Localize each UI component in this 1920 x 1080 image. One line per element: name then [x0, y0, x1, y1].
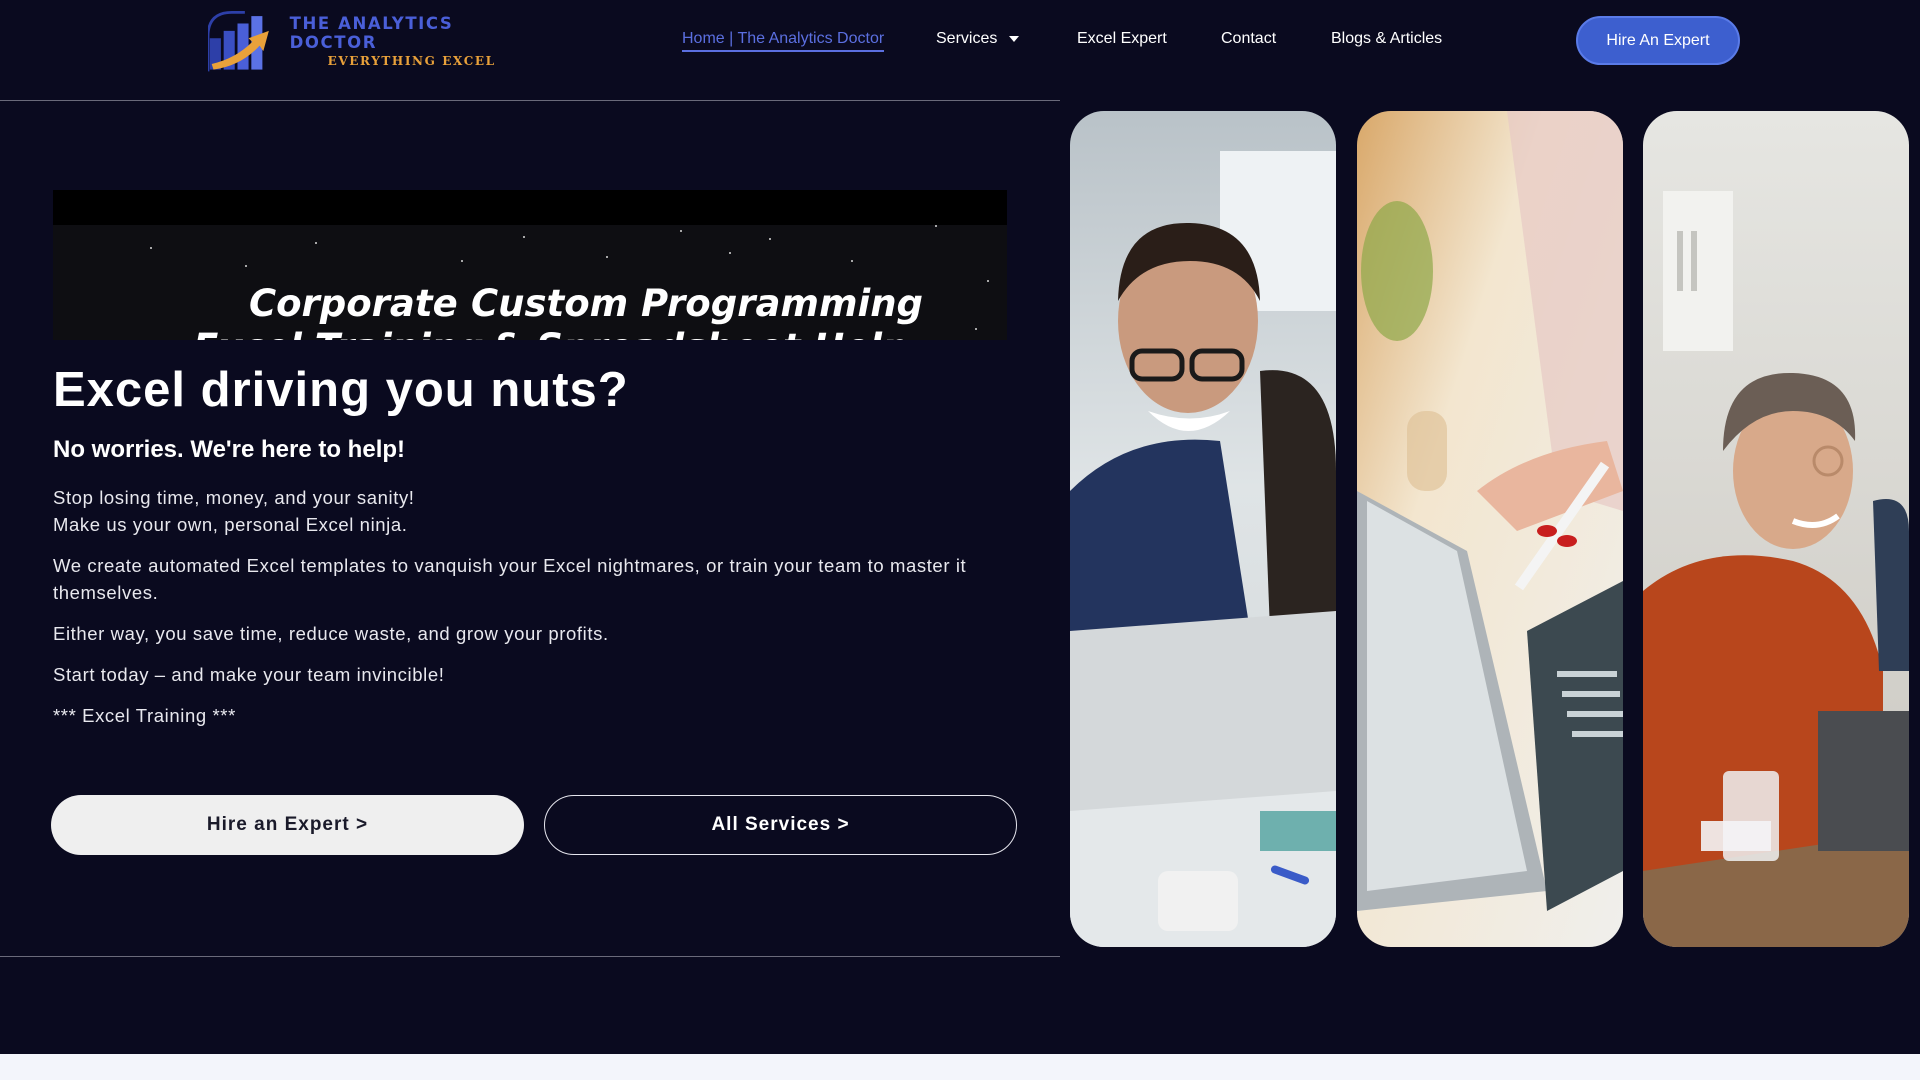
- star-dot: [315, 242, 317, 244]
- hero-paragraph: Stop losing time, money, and your sanity…: [53, 484, 1013, 538]
- site-header: THE ANALYTICS DOCTOR EVERYTHING EXCEL Ho…: [0, 0, 1920, 100]
- banner-left-line-cut: Excel Training: [193, 326, 484, 340]
- banner-letterbox: [53, 190, 1007, 225]
- hero-subheading: No worries. We're here to help!: [53, 436, 406, 463]
- hero-copy: Stop losing time, money, and your sanity…: [53, 484, 1013, 743]
- banner-programming-text: Custom Programming & Spreadsheet Help: [471, 282, 923, 340]
- nav-services-label: Services: [936, 30, 998, 47]
- nav-home[interactable]: Home | The Analytics Doctor: [682, 30, 885, 52]
- hero-paragraph-line: Stop losing time, money, and your sanity…: [53, 487, 415, 508]
- hero-paragraph: We create automated Excel templates to v…: [53, 555, 967, 603]
- star-dot: [987, 280, 989, 282]
- star-dot: [606, 256, 608, 258]
- star-dot: [935, 225, 937, 227]
- nav-services[interactable]: Services: [936, 30, 1020, 48]
- star-dot: [680, 230, 682, 232]
- nav-excel-expert[interactable]: Excel Expert: [1077, 30, 1167, 48]
- star-dot: [245, 265, 247, 267]
- banner-right-line: Custom Programming: [471, 282, 924, 325]
- caret-down-icon: [1009, 35, 1020, 42]
- star-dot: [769, 238, 771, 240]
- star-dot: [150, 247, 152, 249]
- all-services-button[interactable]: All Services >: [544, 795, 1017, 855]
- hero-heading: Excel driving you nuts?: [53, 363, 629, 417]
- hero-paragraph: *** Excel Training ***: [53, 705, 236, 726]
- banner-left-line: Corporate: [248, 282, 458, 325]
- banner-training-text: Corporate Excel Training: [193, 282, 484, 340]
- nav-contact[interactable]: Contact: [1221, 30, 1276, 48]
- top-divider: [0, 100, 1060, 101]
- next-section-edge: [0, 1054, 1920, 1080]
- hero-paragraph: Start today – and make your team invinci…: [53, 664, 445, 685]
- star-dot: [523, 236, 525, 238]
- photo-smiling-man-image: [1070, 111, 1336, 947]
- star-dot: [729, 252, 731, 254]
- photo-laughing-woman-image: [1643, 111, 1909, 947]
- hero-banner-video[interactable]: Corporate Excel Training Custom Programm…: [53, 190, 1007, 340]
- hire-expert-button[interactable]: Hire an Expert >: [51, 795, 524, 855]
- star-dot: [851, 260, 853, 262]
- hero-paragraph-line: Make us your own, personal Excel ninja.: [53, 514, 408, 535]
- hire-expert-header-button[interactable]: Hire An Expert: [1576, 16, 1740, 65]
- photo-tablet-stylus-image: [1357, 111, 1623, 947]
- star-dot: [461, 260, 463, 262]
- star-dot: [975, 328, 977, 330]
- banner-right-line-cut: & Spreadsheet Help: [491, 326, 923, 340]
- bottom-divider: [0, 956, 1060, 957]
- photo-card-tablet-stylus: [1357, 111, 1623, 947]
- hero-paragraph: Either way, you save time, reduce waste,…: [53, 623, 609, 644]
- photo-card-laughing-woman: [1643, 111, 1909, 947]
- nav-blogs[interactable]: Blogs & Articles: [1331, 30, 1442, 48]
- photo-card-smiling-man: [1070, 111, 1336, 947]
